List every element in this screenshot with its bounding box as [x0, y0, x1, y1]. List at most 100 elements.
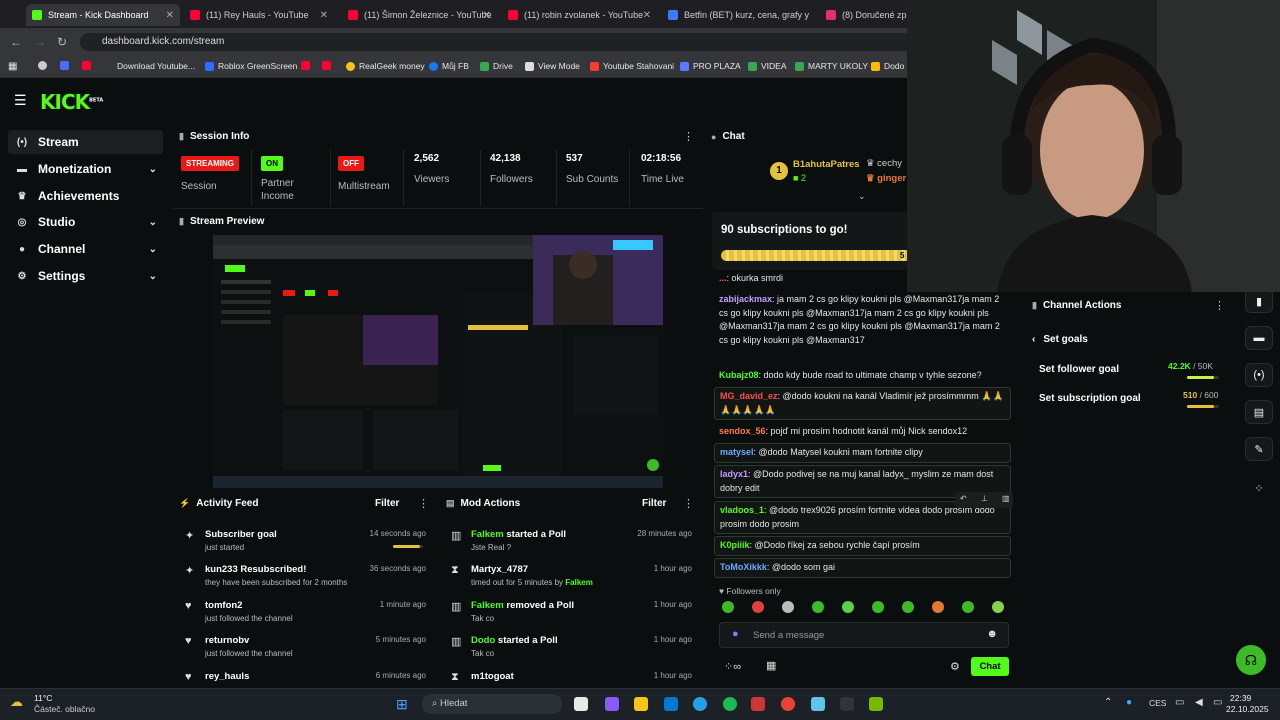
chat-input[interactable]: ● Send a message ☻ — [719, 622, 1009, 648]
windows-start-icon[interactable]: ⊞ — [396, 696, 408, 713]
emote-icon[interactable] — [722, 601, 734, 613]
bookmark-view-mode[interactable]: View Mode — [525, 61, 580, 71]
close-icon[interactable]: ✕ — [320, 10, 328, 21]
epic-games-icon[interactable] — [840, 697, 854, 711]
sidebar-item-monetization[interactable]: ▬ Monetization ⌄ — [8, 157, 163, 181]
tab-youtube-2[interactable]: (11) Šimon Železnice - YouTube ✕ — [342, 4, 497, 26]
taskbar-app-icon[interactable] — [751, 697, 765, 711]
tab-youtube-1[interactable]: (11) Rey Hauls - YouTube ✕ — [184, 4, 334, 26]
mod-row-user[interactable]: Falkem — [471, 600, 504, 611]
store-icon[interactable]: ▦ — [766, 659, 776, 672]
emote-icon[interactable] — [932, 601, 944, 613]
nvidia-icon[interactable] — [869, 697, 883, 711]
taskbar-app-icon[interactable] — [605, 697, 619, 711]
microphone-icon[interactable]: ● — [732, 628, 739, 640]
forward-icon[interactable]: → — [34, 35, 46, 49]
close-icon[interactable]: ✕ — [483, 10, 491, 21]
chat-username[interactable]: MG_david_ez — [720, 391, 778, 401]
reload-icon[interactable]: ↻ — [57, 35, 67, 49]
menu-icon[interactable]: ☰ — [14, 92, 27, 109]
tab-kick-dashboard[interactable]: Stream - Kick Dashboard ✕ — [26, 4, 180, 26]
chat-username[interactable]: ToMoXikkk — [720, 562, 767, 572]
bookmark-drive[interactable]: Drive — [480, 61, 513, 71]
top-gifter-3[interactable]: ♛ ginger — [866, 173, 906, 184]
taskbar-app-icon[interactable] — [811, 697, 825, 711]
set-goals-back[interactable]: ‹ Set goals — [1032, 334, 1088, 345]
bookmark-download-youtube[interactable]: Download Youtube... — [117, 61, 195, 71]
mod-filter-button[interactable]: Filter — [642, 498, 666, 509]
emote-icon[interactable] — [842, 601, 854, 613]
bookmark-roblox[interactable]: Roblox GreenScreen — [205, 61, 297, 71]
top-gifter-2[interactable]: ♛ cechy — [866, 158, 902, 169]
emote-icon[interactable] — [812, 601, 824, 613]
emote-icon[interactable] — [902, 601, 914, 613]
bookmark-youtube-icon[interactable] — [82, 61, 95, 70]
rail-broadcast-icon[interactable]: (•) — [1245, 363, 1273, 387]
chat-send-button[interactable]: Chat — [971, 657, 1009, 676]
sidebar-item-achievements[interactable]: ♛ Achievements — [8, 184, 163, 208]
pin-icon[interactable]: ⊥ — [981, 494, 988, 503]
chat-username[interactable]: sendox_56 — [719, 426, 766, 436]
emote-icon[interactable] — [872, 601, 884, 613]
sidebar-item-settings[interactable]: ⚙ Settings ⌄ — [8, 264, 163, 288]
bookmark-marty-ukoly[interactable]: MARTY UKOLY — [795, 61, 868, 71]
rail-layout-icon[interactable]: ▤ — [1245, 400, 1273, 424]
network-icon[interactable]: ▭ — [1175, 697, 1184, 708]
bookmark-app-icon[interactable] — [60, 61, 73, 70]
language-indicator[interactable]: CES — [1149, 698, 1166, 708]
emote-icon[interactable] — [752, 601, 764, 613]
group-icon[interactable]: ⁘∞ — [724, 660, 741, 673]
bookmark-youtube-icon[interactable] — [322, 61, 335, 70]
mod-row-sub-user[interactable]: Falkem — [565, 578, 593, 587]
mod-row-user[interactable]: Falkem — [471, 529, 504, 540]
support-headset-icon[interactable]: ☊ — [1236, 645, 1266, 675]
tab-youtube-3[interactable]: (11) robin zvolanek - YouTube ✕ — [502, 4, 657, 26]
chat-settings-icon[interactable]: ⚙ — [950, 660, 960, 673]
rail-group-icon[interactable]: ⁘ — [1245, 476, 1273, 500]
volume-icon[interactable]: ◀ — [1195, 697, 1203, 708]
bookmark-dodo[interactable]: Dodo — [871, 61, 904, 71]
emote-icon[interactable] — [782, 601, 794, 613]
kick-logo[interactable]: KICKBETA — [40, 90, 103, 114]
rail-chat-icon[interactable]: ▬ — [1245, 326, 1273, 350]
apps-icon[interactable]: ▦ — [8, 61, 17, 72]
outlook-icon[interactable] — [664, 697, 678, 711]
mod-row-user[interactable]: Dodo — [471, 635, 495, 646]
back-icon[interactable]: ← — [10, 35, 22, 49]
trash-icon[interactable]: ▥ — [1002, 494, 1010, 503]
reply-icon[interactable]: ↶ — [960, 494, 967, 503]
bookmark-globe-icon[interactable] — [38, 61, 51, 70]
file-explorer-icon[interactable] — [634, 697, 648, 711]
weather-icon[interactable]: ☁ — [10, 694, 23, 710]
chevron-down-icon[interactable]: ⌄ — [858, 191, 866, 202]
tab-instagram[interactable]: (8) Doručené zpráv — [820, 4, 908, 26]
taskbar-app-icon[interactable] — [574, 697, 588, 711]
spotify-icon[interactable] — [723, 697, 737, 711]
rail-clipboard-icon[interactable]: ▮ — [1245, 289, 1273, 313]
emote-icon[interactable] — [992, 601, 1004, 613]
chat-username[interactable]: Kubajz08 — [719, 370, 759, 380]
activity-more-icon[interactable]: ⋮ — [418, 497, 429, 510]
channel-actions-more-icon[interactable]: ⋮ — [1214, 299, 1225, 312]
sidebar-item-channel[interactable]: ● Channel ⌄ — [8, 237, 163, 261]
emote-icon[interactable] — [962, 601, 974, 613]
activity-filter-button[interactable]: Filter — [375, 498, 399, 509]
address-bar[interactable]: dashboard.kick.com/stream — [80, 33, 940, 51]
battery-icon[interactable]: ▭ — [1213, 697, 1222, 708]
chat-username[interactable]: zabijackmax — [719, 294, 772, 304]
chat-username[interactable]: vladoos_1 — [720, 505, 764, 515]
stream-preview-video[interactable] — [213, 235, 663, 488]
clock-time[interactable]: 22:39 — [1230, 693, 1251, 703]
session-more-icon[interactable]: ⋮ — [683, 130, 694, 143]
bookmark-realgeek[interactable]: RealGeek money — [346, 61, 425, 71]
sidebar-item-stream[interactable]: (•) Stream — [8, 130, 163, 154]
edge-icon[interactable] — [693, 697, 707, 711]
chat-username[interactable]: matysel — [720, 447, 754, 457]
bookmark-youtube-icon[interactable] — [301, 61, 314, 70]
microphone-icon[interactable]: ● — [1126, 697, 1132, 708]
clock-date[interactable]: 22.10.2025 — [1226, 704, 1269, 714]
tab-betfin[interactable]: Betfin (BET) kurz, cena, grafy y — [662, 4, 817, 26]
close-icon[interactable]: ✕ — [643, 10, 651, 21]
bookmark-youtube-stahovani[interactable]: Youtube Stahovani — [590, 61, 674, 71]
bookmark-videa[interactable]: VIDEA — [748, 61, 787, 71]
